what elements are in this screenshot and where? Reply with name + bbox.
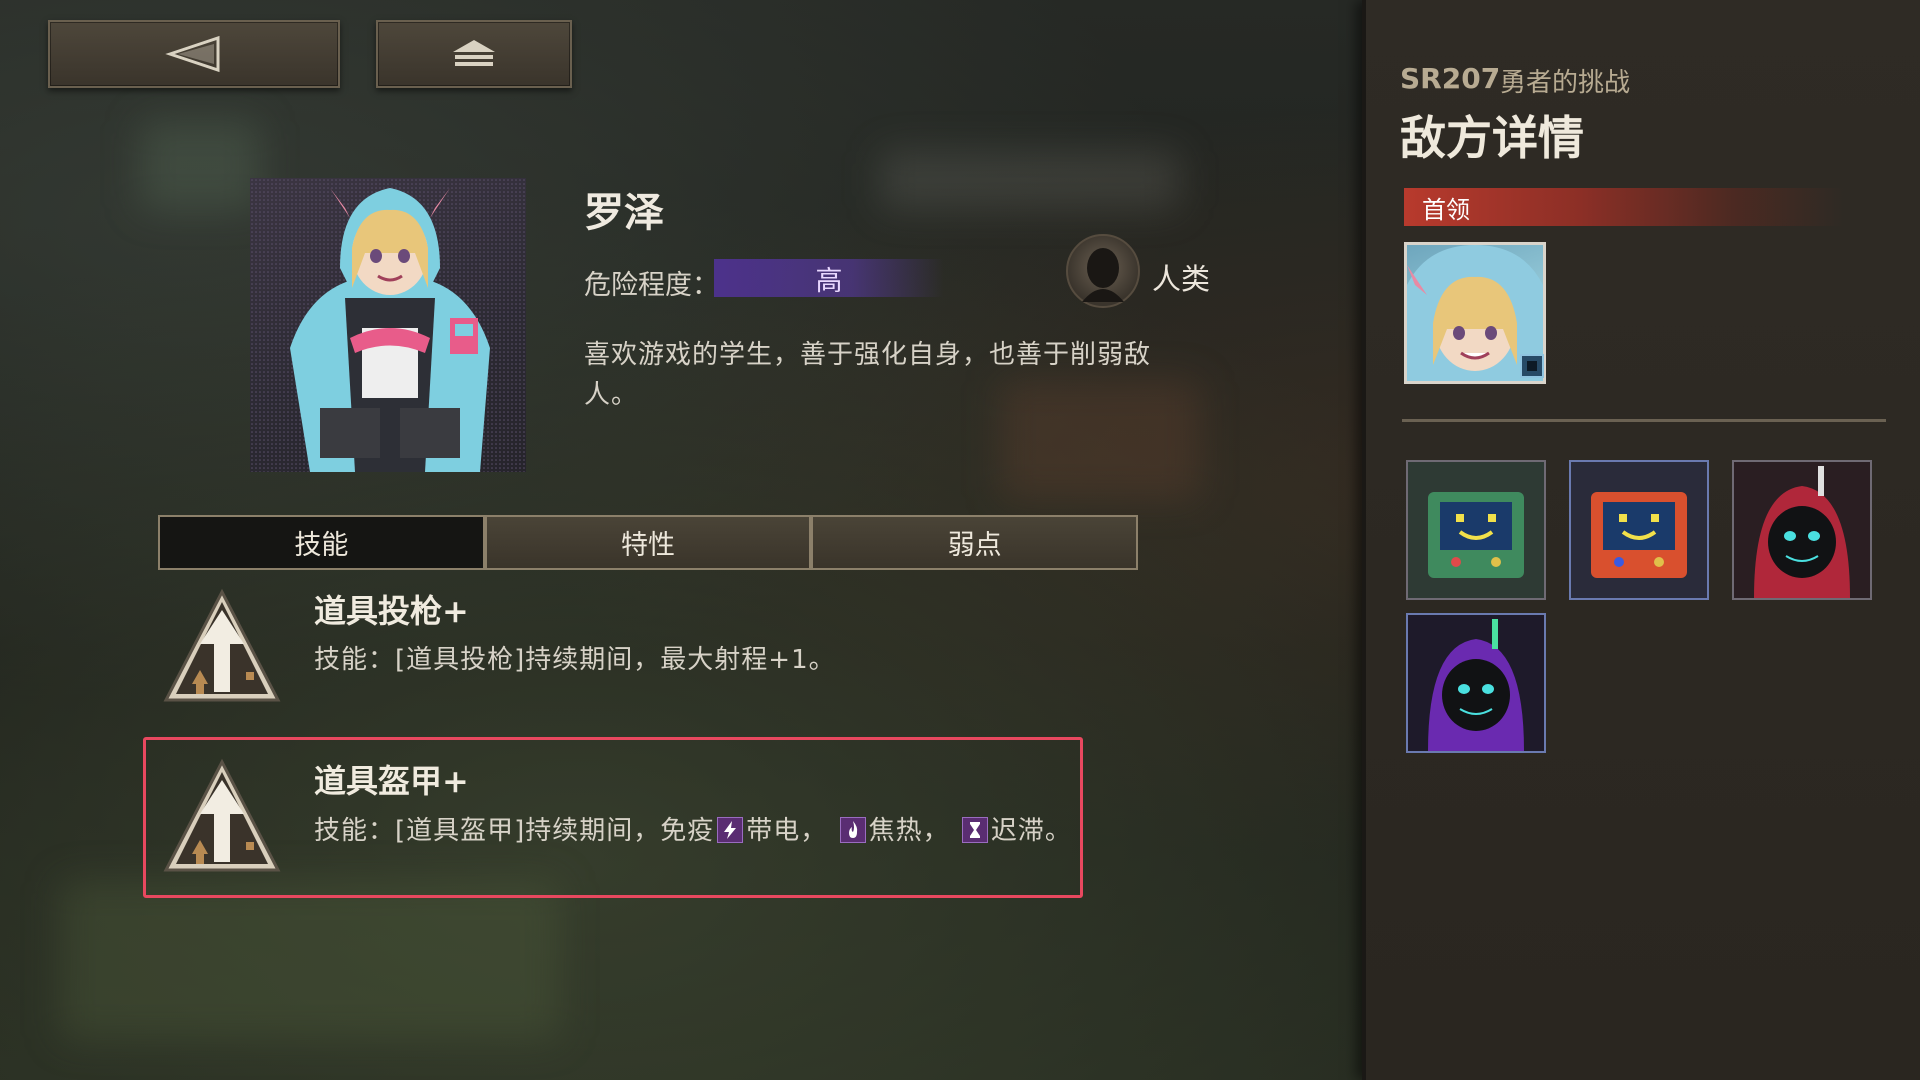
back-button[interactable] <box>48 20 340 88</box>
status-burn-label: 焦热， <box>868 816 950 846</box>
status-electric-label: 带电， <box>746 816 828 846</box>
minion-thumbnail[interactable] <box>1569 460 1709 600</box>
home-button[interactable] <box>376 20 572 88</box>
flame-icon <box>839 817 866 843</box>
tab-weaknesses[interactable]: 弱点 <box>811 515 1139 570</box>
enemy-info-panel: SR207 勇者的挑战 敌方详情 首领 <box>1362 0 1920 1080</box>
boss-marker-icon <box>1520 354 1544 378</box>
detail-tabs: 技能 特性 弱点 <box>158 515 1139 570</box>
race-label: 人类 <box>1152 262 1211 296</box>
up-arrow-skill-icon <box>162 588 282 708</box>
tab-label: 弱点 <box>947 530 1002 561</box>
minion-thumbnail[interactable] <box>1406 460 1546 600</box>
skill-name: 道具盔甲+ <box>314 762 469 800</box>
danger-level-badge: 高 <box>714 259 944 297</box>
stage-name: 勇者的挑战 <box>1500 68 1631 98</box>
enemy-description: 喜欢游戏的学生，善于强化自身，也善于削弱敌人。 <box>584 340 1152 410</box>
boss-header-label: 首领 <box>1422 195 1470 224</box>
skill-description: 技能：[道具盔甲]持续期间，免疫 带电， 焦热， 迟滞。 <box>314 810 1072 847</box>
lightning-icon <box>717 817 744 843</box>
danger-level-value: 高 <box>815 265 843 297</box>
human-head-icon <box>1066 234 1140 308</box>
danger-label: 危险程度： <box>584 270 719 301</box>
skill-name: 道具投枪+ <box>314 592 469 630</box>
minion-thumbnail[interactable] <box>1732 460 1872 600</box>
minion-thumbnail[interactable] <box>1406 613 1546 753</box>
up-arrow-skill-icon <box>162 758 282 878</box>
enemy-name: 罗泽 <box>584 189 664 236</box>
tab-traits[interactable]: 特性 <box>484 515 812 570</box>
hourglass-icon <box>961 817 988 843</box>
skill-desc-prefix: 技能：[道具盔甲]持续期间，免疫 <box>314 816 715 846</box>
home-icon <box>453 40 495 66</box>
tab-label: 技能 <box>294 530 349 561</box>
section-divider <box>1402 419 1886 422</box>
panel-title: 敌方详情 <box>1400 111 1584 165</box>
tab-skills[interactable]: 技能 <box>158 515 485 570</box>
status-slow-label: 迟滞。 <box>990 816 1072 846</box>
skill-description: 技能：[道具投枪]持续期间，最大射程+1。 <box>314 645 836 675</box>
boss-section-header: 首领 <box>1404 188 1844 226</box>
stage-code: SR207 <box>1400 62 1501 95</box>
back-arrow-icon <box>165 35 220 73</box>
tab-label: 特性 <box>621 530 675 561</box>
enemy-portrait <box>250 178 526 472</box>
